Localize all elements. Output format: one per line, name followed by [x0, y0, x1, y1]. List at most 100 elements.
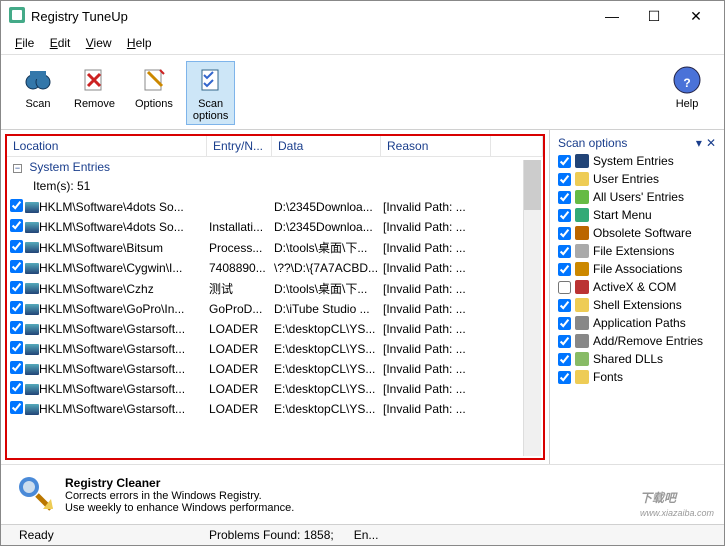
scan-option-item[interactable]: Start Menu	[554, 206, 720, 224]
table-row[interactable]: HKLM\Software\Gstarsoft... LOADER E:\des…	[7, 339, 543, 359]
monitor-icon	[25, 263, 39, 274]
cell-reason: [Invalid Path: ...	[383, 241, 493, 255]
scan-option-item[interactable]: Shell Extensions	[554, 296, 720, 314]
cell-location: HKLM\Software\Bitsum	[39, 241, 209, 255]
menu-view[interactable]: View	[86, 36, 112, 50]
option-checkbox[interactable]	[558, 335, 571, 348]
table-row[interactable]: HKLM\Software\Czhz 测试 D:\tools\桌面\下... […	[7, 278, 543, 299]
table-row[interactable]: HKLM\Software\Gstarsoft... LOADER E:\des…	[7, 359, 543, 379]
monitor-icon	[25, 242, 39, 253]
remove-icon	[78, 64, 110, 96]
row-checkbox[interactable]	[7, 401, 25, 417]
cell-entry: LOADER	[209, 362, 274, 376]
close-button[interactable]: ✕	[684, 8, 708, 25]
scan-option-item[interactable]: File Extensions	[554, 242, 720, 260]
col-entry[interactable]: Entry/N...	[207, 136, 272, 157]
menu-edit[interactable]: Edit	[50, 36, 71, 50]
help-icon: ?	[671, 64, 703, 96]
scan-option-item[interactable]: ActiveX & COM	[554, 278, 720, 296]
menu-file[interactable]: File	[15, 36, 34, 50]
group-system-entries[interactable]: − System Entries	[7, 157, 543, 177]
table-row[interactable]: HKLM\Software\4dots So... Installati... …	[7, 217, 543, 237]
row-checkbox[interactable]	[7, 361, 25, 377]
cell-data: D:\tools\桌面\下...	[274, 239, 383, 256]
column-headers: Location Entry/N... Data Reason	[7, 136, 543, 157]
option-label: Add/Remove Entries	[593, 334, 703, 348]
option-checkbox[interactable]	[558, 353, 571, 366]
cell-entry: LOADER	[209, 322, 274, 336]
row-checkbox[interactable]	[7, 281, 25, 297]
option-checkbox[interactable]	[558, 227, 571, 240]
monitor-icon	[25, 364, 39, 375]
table-row[interactable]: HKLM\Software\Gstarsoft... LOADER E:\des…	[7, 319, 543, 339]
vertical-scrollbar[interactable]	[523, 160, 541, 456]
cell-reason: [Invalid Path: ...	[383, 302, 493, 316]
cell-data: \??\D:\{7A7ACBD...	[274, 261, 383, 275]
option-checkbox[interactable]	[558, 245, 571, 258]
option-checkbox[interactable]	[558, 317, 571, 330]
table-row[interactable]: HKLM\Software\Bitsum Process... D:\tools…	[7, 237, 543, 258]
option-checkbox[interactable]	[558, 191, 571, 204]
row-checkbox[interactable]	[7, 199, 25, 215]
cell-data: D:\iTube Studio ...	[274, 302, 383, 316]
scan-option-item[interactable]: File Associations	[554, 260, 720, 278]
option-label: ActiveX & COM	[593, 280, 676, 294]
cell-data: D:\2345Downloa...	[274, 200, 383, 214]
menu-help[interactable]: Help	[127, 36, 152, 50]
row-checkbox[interactable]	[7, 381, 25, 397]
row-checkbox[interactable]	[7, 341, 25, 357]
table-row[interactable]: HKLM\Software\GoPro\In... GoProD... D:\i…	[7, 299, 543, 319]
scan-option-item[interactable]: Add/Remove Entries	[554, 332, 720, 350]
table-row[interactable]: HKLM\Software\Cygwin\I... 7408890... \??…	[7, 258, 543, 278]
monitor-icon	[25, 384, 39, 395]
remove-button[interactable]: Remove	[67, 61, 122, 125]
option-checkbox[interactable]	[558, 173, 571, 186]
cell-location: HKLM\Software\Czhz	[39, 282, 209, 296]
options-button[interactable]: Options	[128, 61, 180, 125]
row-checkbox[interactable]	[7, 240, 25, 256]
option-checkbox[interactable]	[558, 299, 571, 312]
scroll-thumb[interactable]	[524, 160, 541, 210]
binoculars-icon	[22, 64, 54, 96]
cell-entry: LOADER	[209, 402, 274, 416]
col-data[interactable]: Data	[272, 136, 381, 157]
watermark: 下载吧 www.xiazaiba.com	[640, 482, 714, 518]
table-row[interactable]: HKLM\Software\Gstarsoft... LOADER E:\des…	[7, 399, 543, 419]
option-label: Shared DLLs	[593, 352, 663, 366]
cell-entry: LOADER	[209, 342, 274, 356]
close-panel-icon[interactable]: ✕	[706, 136, 716, 150]
scan-option-item[interactable]: All Users' Entries	[554, 188, 720, 206]
table-row[interactable]: HKLM\Software\Gstarsoft... LOADER E:\des…	[7, 379, 543, 399]
maximize-button[interactable]: ☐	[642, 8, 666, 25]
col-location[interactable]: Location	[7, 136, 207, 157]
option-checkbox[interactable]	[558, 209, 571, 222]
scan-option-item[interactable]: Shared DLLs	[554, 350, 720, 368]
scan-option-item[interactable]: User Entries	[554, 170, 720, 188]
option-checkbox[interactable]	[558, 281, 571, 294]
scan-option-item[interactable]: Application Paths	[554, 314, 720, 332]
scan-options-button[interactable]: Scan options	[186, 61, 235, 125]
help-button[interactable]: ? Help	[664, 61, 710, 125]
option-checkbox[interactable]	[558, 155, 571, 168]
cell-reason: [Invalid Path: ...	[383, 220, 493, 234]
row-checkbox[interactable]	[7, 260, 25, 276]
monitor-icon	[25, 283, 39, 294]
scan-button[interactable]: Scan	[15, 61, 61, 125]
cell-data: D:\tools\桌面\下...	[274, 280, 383, 297]
scan-option-item[interactable]: Obsolete Software	[554, 224, 720, 242]
scan-option-item[interactable]: Fonts	[554, 368, 720, 386]
cell-location: HKLM\Software\Gstarsoft...	[39, 322, 209, 336]
monitor-icon	[25, 404, 39, 415]
option-label: System Entries	[593, 154, 674, 168]
collapse-icon[interactable]: −	[13, 164, 22, 173]
minimize-button[interactable]: —	[600, 8, 624, 25]
pin-icon[interactable]: ▾	[696, 136, 702, 150]
row-checkbox[interactable]	[7, 301, 25, 317]
option-checkbox[interactable]	[558, 371, 571, 384]
option-checkbox[interactable]	[558, 263, 571, 276]
row-checkbox[interactable]	[7, 219, 25, 235]
scan-option-item[interactable]: System Entries	[554, 152, 720, 170]
table-row[interactable]: HKLM\Software\4dots So... D:\2345Downloa…	[7, 197, 543, 217]
row-checkbox[interactable]	[7, 321, 25, 337]
col-reason[interactable]: Reason	[381, 136, 491, 157]
